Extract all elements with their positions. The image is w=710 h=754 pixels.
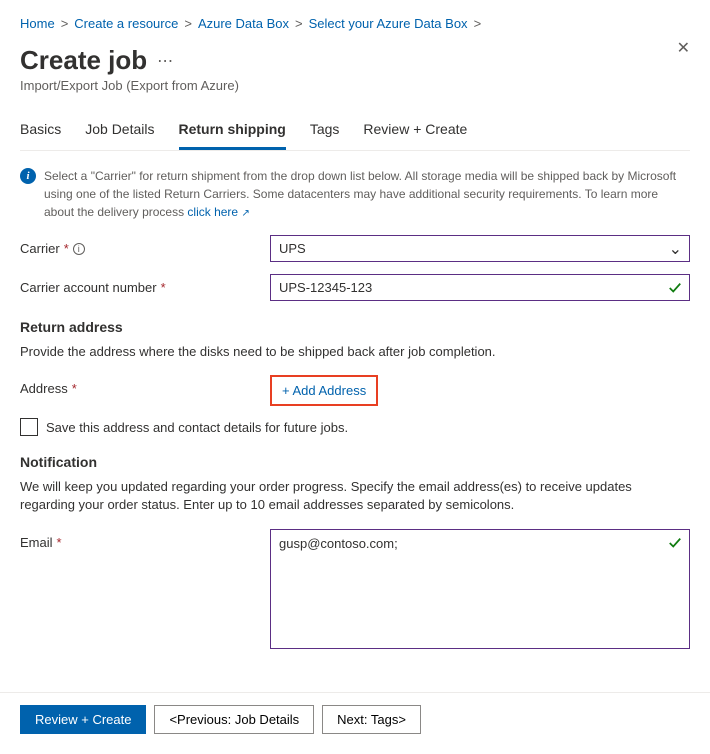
tab-basics[interactable]: Basics xyxy=(20,121,61,150)
tab-return-shipping[interactable]: Return shipping xyxy=(179,121,286,150)
required-indicator: * xyxy=(161,280,166,295)
chevron-right-icon: > xyxy=(61,16,69,31)
previous-button[interactable]: <Previous: Job Details xyxy=(154,705,314,734)
tab-tags[interactable]: Tags xyxy=(310,121,340,150)
chevron-right-icon: > xyxy=(474,16,482,31)
carrier-account-label: Carrier account number xyxy=(20,280,157,295)
close-icon[interactable]: ✕ xyxy=(677,38,690,58)
tab-review-create[interactable]: Review + Create xyxy=(363,121,467,150)
required-indicator: * xyxy=(64,241,69,256)
notification-title: Notification xyxy=(20,454,690,470)
external-link-icon: ↗ xyxy=(241,208,249,219)
info-banner: i Select a "Carrier" for return shipment… xyxy=(20,165,690,235)
carrier-account-input[interactable] xyxy=(270,274,690,301)
email-textarea[interactable]: gusp@contoso.com; xyxy=(270,529,690,649)
save-address-label: Save this address and contact details fo… xyxy=(46,420,348,435)
required-indicator: * xyxy=(72,381,77,396)
tab-job-details[interactable]: Job Details xyxy=(85,121,154,150)
breadcrumb: Home > Create a resource > Azure Data Box >… xyxy=(20,16,690,31)
address-label: Address xyxy=(20,381,68,396)
required-indicator: * xyxy=(57,535,62,550)
page-subtitle: Import/Export Job (Export from Azure) xyxy=(20,78,690,93)
tabs: Basics Job Details Return shipping Tags … xyxy=(20,121,690,151)
chevron-right-icon: > xyxy=(295,16,303,31)
more-icon[interactable]: ⋯ xyxy=(157,51,173,71)
notification-desc: We will keep you updated regarding your … xyxy=(20,478,690,514)
info-icon: i xyxy=(20,168,36,184)
carrier-select[interactable]: UPS xyxy=(270,235,690,262)
chevron-right-icon: > xyxy=(184,16,192,31)
page-title: Create job xyxy=(20,45,147,76)
return-address-title: Return address xyxy=(20,319,690,335)
add-address-button[interactable]: + Add Address xyxy=(282,383,366,398)
return-address-desc: Provide the address where the disks need… xyxy=(20,343,690,361)
next-button[interactable]: Next: Tags> xyxy=(322,705,421,734)
add-address-highlight: + Add Address xyxy=(270,375,378,406)
info-text: Select a "Carrier" for return shipment f… xyxy=(44,169,676,219)
email-label: Email xyxy=(20,535,53,550)
breadcrumb-home[interactable]: Home xyxy=(20,16,55,31)
breadcrumb-azure-data-box[interactable]: Azure Data Box xyxy=(198,16,289,31)
carrier-label: Carrier xyxy=(20,241,60,256)
breadcrumb-select-data-box[interactable]: Select your Azure Data Box xyxy=(309,16,468,31)
review-create-button[interactable]: Review + Create xyxy=(20,705,146,734)
click-here-link[interactable]: click here ↗ xyxy=(187,205,249,219)
breadcrumb-create-resource[interactable]: Create a resource xyxy=(74,16,178,31)
footer: Review + Create <Previous: Job Details N… xyxy=(0,692,710,746)
info-circle-icon[interactable]: i xyxy=(73,243,85,255)
save-address-checkbox[interactable] xyxy=(20,418,38,436)
